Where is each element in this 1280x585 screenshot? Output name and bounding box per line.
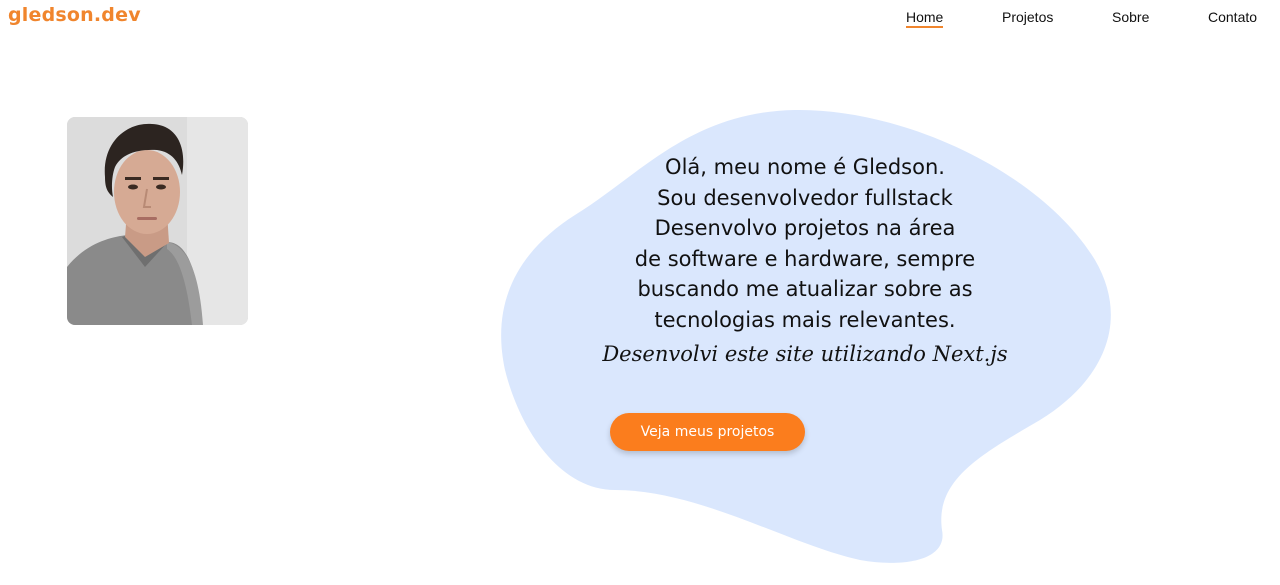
nav-item-home[interactable]: Home xyxy=(906,9,944,28)
profile-photo xyxy=(67,117,248,325)
hero-line: de software e hardware, sempre xyxy=(634,246,976,271)
hero-intro: Olá, meu nome é Gledson. Sou desenvolved… xyxy=(555,152,1055,335)
page: gledson.dev Home Projetos Sobre Contato xyxy=(0,0,1280,585)
hero-line: tecnologias mais relevantes. xyxy=(654,307,956,332)
nav-item-contato[interactable]: Contato xyxy=(1208,9,1257,26)
hero-line: Desenvolvo projetos na área xyxy=(654,216,956,240)
hero-line: buscando me atualizar sobre as xyxy=(637,277,973,301)
hero-line: Sou desenvolvedor fullstack xyxy=(657,185,953,210)
nav-item-sobre[interactable]: Sobre xyxy=(1112,9,1149,26)
main-nav: Home Projetos Sobre Contato xyxy=(0,0,1280,40)
view-projects-button[interactable]: Veja meus projetos xyxy=(610,413,805,451)
hero-line: Olá, meu nome é Gledson. xyxy=(665,155,945,179)
nav-item-projetos[interactable]: Projetos xyxy=(1002,9,1053,26)
hero-nextjs-note: Desenvolvi este site utilizando Next.js xyxy=(602,342,1008,366)
